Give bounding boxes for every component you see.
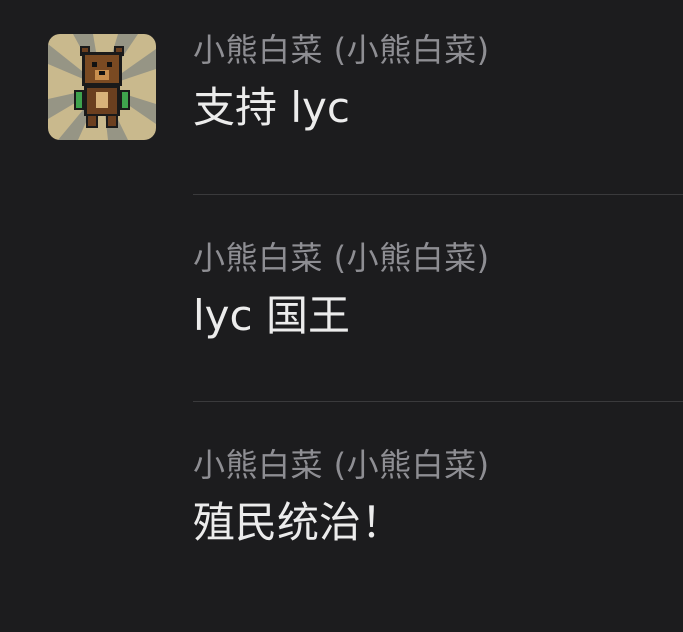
message-item[interactable]: 小熊白菜 (小熊白菜) lyc 国王 (193, 238, 683, 342)
message-text: 支持 lyc (193, 83, 350, 132)
message-item[interactable]: 小熊白菜 (小熊白菜) 支持 lyc (193, 30, 683, 134)
message-text: 殖民统治！ (193, 498, 404, 547)
sender-name: 小熊白菜 (小熊白菜) (193, 239, 490, 277)
message-divider (193, 401, 683, 402)
sender-name: 小熊白菜 (小熊白菜) (193, 446, 490, 484)
pixel-bear-icon (48, 34, 156, 140)
message-text: lyc 国王 (193, 291, 350, 340)
message-item[interactable]: 小熊白菜 (小熊白菜) 殖民统治！ (193, 445, 683, 549)
message-divider (193, 194, 683, 195)
avatar[interactable] (48, 34, 156, 140)
sender-name: 小熊白菜 (小熊白菜) (193, 31, 490, 69)
